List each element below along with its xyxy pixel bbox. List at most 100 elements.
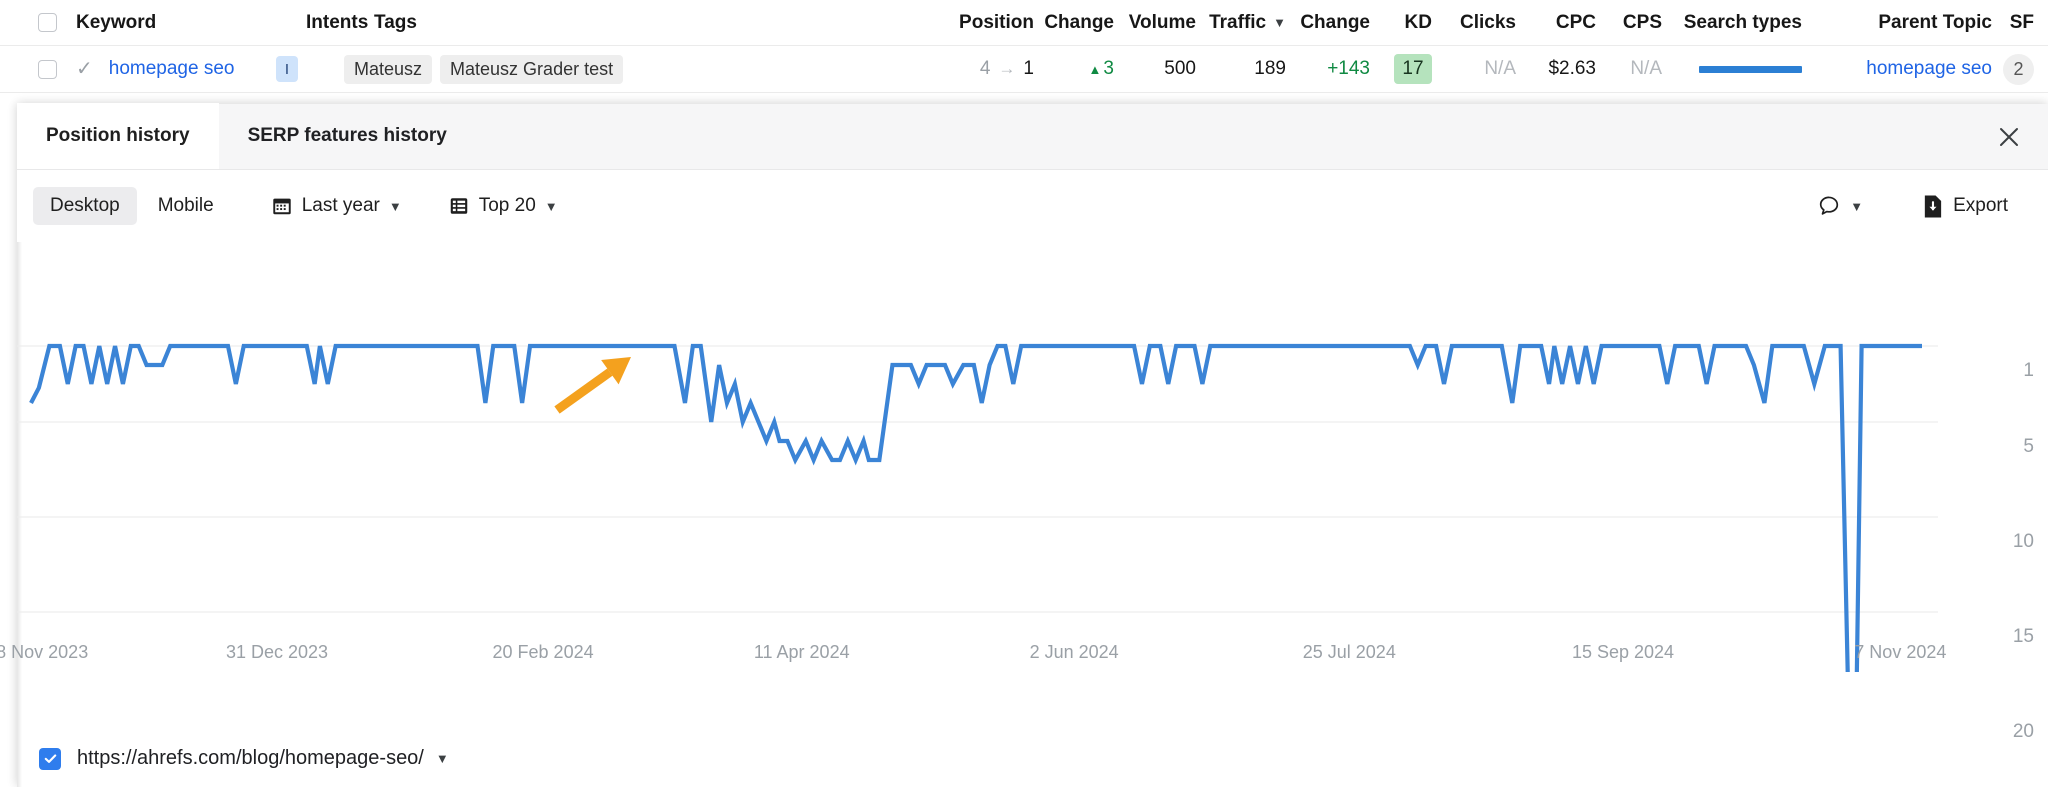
chart-series-line (31, 346, 1922, 672)
date-range-label: Last year (302, 195, 380, 217)
export-button[interactable]: Export (1909, 187, 2020, 225)
chart-gridlines (17, 346, 1938, 672)
position-history-panel: Position history SERP features history D… (17, 104, 2048, 787)
x-axis-tick-label: 15 Sep 2024 (1572, 642, 1674, 663)
column-header-traffic-label: Traffic (1209, 12, 1266, 34)
column-header-change[interactable]: Change (1034, 12, 1114, 34)
chart-x-axis-labels: 8 Nov 202331 Dec 202320 Feb 202411 Apr 2… (17, 642, 2048, 672)
chart-svg: a2G2a (17, 242, 2048, 672)
position-new: 1 (1023, 58, 1034, 80)
column-header-cps[interactable]: CPS (1596, 12, 1662, 34)
position-cell: 4 → 1 (938, 58, 1034, 80)
x-axis-tick-label: 20 Feb 2024 (493, 642, 594, 663)
tab-label: Position history (46, 125, 190, 147)
column-header-parent-topic[interactable]: Parent Topic (1802, 12, 1992, 34)
y-axis-tick-label: 1 (2023, 360, 2034, 382)
tag-chip[interactable]: Mateusz Grader test (440, 55, 623, 84)
column-header-intents[interactable]: Intents (306, 12, 374, 34)
callout-arrow-shaft (557, 372, 610, 410)
keyword-cell: ✓ homepage seo (76, 58, 276, 80)
device-toggle-desktop-label: Desktop (50, 195, 120, 217)
sort-desc-icon: ▼ (1273, 15, 1286, 30)
device-toggle-desktop[interactable]: Desktop (33, 187, 137, 225)
column-header-keyword[interactable]: Keyword (76, 12, 306, 34)
kd-badge: 17 (1394, 54, 1432, 84)
x-axis-tick-label: 7 Nov 2024 (1854, 642, 1946, 663)
target-url-label[interactable]: https://ahrefs.com/blog/homepage-seo/ (77, 747, 424, 770)
column-header-traffic[interactable]: Traffic ▼ (1196, 12, 1286, 34)
column-header-tags[interactable]: Tags (374, 12, 938, 34)
close-icon[interactable] (1992, 120, 2026, 154)
tab-position-history[interactable]: Position history (17, 103, 219, 169)
column-header-position[interactable]: Position (938, 12, 1034, 34)
target-url-row: https://ahrefs.com/blog/homepage-seo/ ▼ (17, 730, 2048, 787)
arrow-right-icon: → (998, 59, 1015, 79)
position-old: 4 (980, 58, 991, 80)
sf-badge: 2 (2003, 54, 2034, 85)
device-toggle-mobile[interactable]: Mobile (141, 187, 231, 225)
y-axis-tick-label: 10 (2013, 531, 2034, 553)
position-history-chart[interactable]: a2G2a 15101520 8 Nov 202331 Dec 202320 F… (17, 242, 2048, 662)
tab-serp-features-history[interactable]: SERP features history (219, 103, 476, 169)
date-range-selector[interactable]: Last year ▼ (259, 187, 414, 225)
sf-cell: 2 (1992, 54, 2048, 85)
x-axis-tick-label: 25 Jul 2024 (1303, 642, 1396, 663)
device-toggle-mobile-label: Mobile (158, 195, 214, 217)
column-header-volume[interactable]: Volume (1114, 12, 1196, 34)
chart-toolbar: Desktop Mobile (17, 170, 2048, 242)
column-header-kd[interactable]: KD (1370, 12, 1432, 34)
search-types-bar (1699, 66, 1802, 73)
url-checkbox[interactable] (39, 748, 61, 770)
top-filter-label: Top 20 (479, 195, 536, 217)
table-row: ✓ homepage seo I Mateusz Mateusz Grader … (0, 46, 2048, 93)
calendar-icon (271, 195, 293, 217)
intent-badge[interactable]: I (276, 56, 298, 82)
panel-tabbar: Position history SERP features history (17, 104, 2048, 170)
chevron-down-icon: ▼ (389, 199, 402, 214)
tag-chip[interactable]: Mateusz (344, 55, 432, 84)
checkbox-box (38, 60, 57, 79)
keywords-table: Keyword Intents Tags Position Change Vol… (0, 0, 2048, 93)
change-cell: ▲3 (1034, 58, 1114, 80)
parent-topic-link[interactable]: homepage seo (1866, 58, 1992, 80)
kd-cell: 17 (1370, 54, 1432, 84)
cpc-cell: $2.63 (1516, 58, 1596, 80)
cps-cell: N/A (1596, 58, 1662, 80)
comment-icon (1817, 194, 1841, 218)
traffic-cell: 189 (1196, 58, 1286, 80)
chevron-down-icon: ▼ (545, 199, 558, 214)
parent-topic-cell: homepage seo (1802, 58, 1992, 80)
column-header-traffic-change[interactable]: Change (1286, 12, 1370, 34)
column-header-clicks[interactable]: Clicks (1432, 12, 1516, 34)
export-icon (1921, 194, 1944, 219)
column-header-search-types[interactable]: Search types (1662, 12, 1802, 34)
top-filter-selector[interactable]: Top 20 ▼ (436, 187, 570, 225)
check-icon: ✓ (76, 59, 93, 79)
change-number: 3 (1103, 58, 1114, 79)
chevron-down-icon[interactable]: ▼ (436, 751, 449, 766)
checkbox-box (38, 13, 57, 32)
chart-callout-arrows (557, 242, 844, 410)
intents-cell: I (276, 56, 344, 82)
column-header-sf[interactable]: SF (1992, 12, 2048, 34)
volume-cell: 500 (1114, 58, 1196, 80)
column-header-cpc[interactable]: CPC (1516, 12, 1596, 34)
change-value: ▲3 (1089, 58, 1114, 80)
y-axis-tick-label: 5 (2023, 436, 2034, 458)
export-label: Export (1953, 195, 2008, 217)
tags-cell: Mateusz Mateusz Grader test (344, 55, 938, 84)
select-all-checkbox[interactable] (38, 13, 76, 32)
search-types-cell (1662, 66, 1802, 73)
comments-selector[interactable]: ▼ (1805, 187, 1875, 225)
position-history-screen: Keyword Intents Tags Position Change Vol… (0, 0, 2048, 787)
list-icon (448, 195, 470, 217)
triangle-up-icon: ▲ (1089, 62, 1102, 77)
table-header-row: Keyword Intents Tags Position Change Vol… (0, 0, 2048, 46)
keyword-link[interactable]: homepage seo (109, 58, 235, 80)
x-axis-tick-label: 2 Jun 2024 (1030, 642, 1119, 663)
clicks-cell: N/A (1432, 58, 1516, 80)
x-axis-tick-label: 8 Nov 2023 (0, 642, 88, 663)
chevron-down-icon: ▼ (1850, 199, 1863, 214)
x-axis-tick-label: 11 Apr 2024 (754, 642, 850, 663)
row-checkbox[interactable] (38, 60, 76, 79)
